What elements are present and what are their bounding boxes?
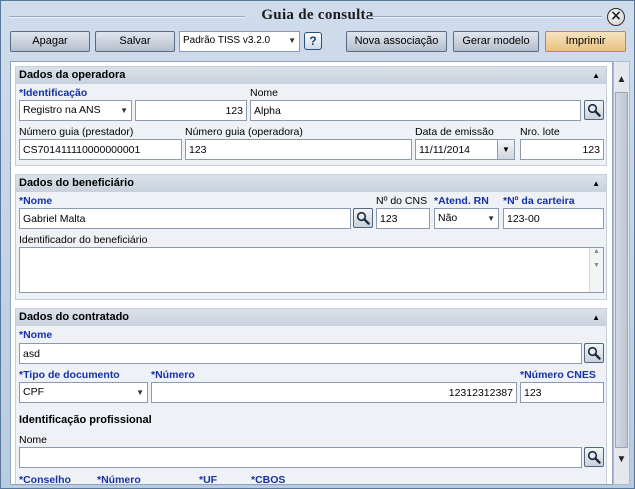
identificacao-type-select[interactable]: Registro na ANS ▼ xyxy=(19,100,132,121)
registro-ans-input[interactable]: 123 xyxy=(135,100,247,121)
profissional-numero-label: *Número xyxy=(97,474,141,485)
scroll-up-icon[interactable]: ▲ xyxy=(614,72,629,88)
chevron-down-icon: ▼ xyxy=(120,106,128,115)
uf-label: *UF xyxy=(199,474,218,485)
data-emissao-input[interactable]: 11/11/2014 ▼ xyxy=(415,139,515,160)
search-operadora-button[interactable] xyxy=(584,100,604,120)
scroll-thumb[interactable] xyxy=(615,92,628,448)
chevron-down-icon: ▼ xyxy=(136,388,144,397)
data-emissao-label: Data de emissão xyxy=(415,126,494,138)
guia-consulta-window: Guia de consulta × Apagar Salvar Padrão … xyxy=(0,0,635,489)
close-icon[interactable]: × xyxy=(607,8,625,26)
cns-label: Nº do CNS xyxy=(376,195,428,207)
template-version-select[interactable]: Padrão TISS v3.2.0 ▼ xyxy=(179,31,300,52)
tipo-documento-label: *Tipo de documento xyxy=(19,369,120,381)
numero-guia-prestador-input[interactable]: CS701411110000000001 xyxy=(19,139,182,160)
date-dropdown-icon[interactable]: ▼ xyxy=(497,140,514,159)
nro-lote-input[interactable]: 123 xyxy=(520,139,604,160)
collapse-icon[interactable]: ▲ xyxy=(592,67,600,84)
cbos-label: *CBOS xyxy=(251,474,286,485)
magnifier-icon xyxy=(587,450,601,464)
contratado-nome-input[interactable]: asd xyxy=(19,343,582,364)
cnes-label: *Número CNES xyxy=(520,369,596,381)
section-title: Dados do beneficiário xyxy=(19,177,134,189)
numero-documento-input[interactable]: 12312312387 xyxy=(151,382,517,403)
chevron-down-icon: ▼ xyxy=(487,214,495,223)
form-scrollbar[interactable]: ▲ ▼ xyxy=(613,61,630,485)
nro-lote-label: Nro. lote xyxy=(520,126,560,138)
section-beneficiario: Dados do beneficiário ▲ *Nome Gabriel Ma… xyxy=(15,174,607,300)
collapse-icon[interactable]: ▲ xyxy=(592,309,600,326)
section-operadora: Dados da operadora ▲ *Identificação Regi… xyxy=(15,66,607,166)
atend-rn-value: Não xyxy=(438,212,458,224)
magnifier-icon xyxy=(587,103,601,117)
identificacao-label: *Identificação xyxy=(19,87,88,99)
section-title: Dados da operadora xyxy=(19,69,126,81)
textarea-scrollbar[interactable]: ▲ ▼ xyxy=(589,248,603,292)
nome-operadora-label: Nome xyxy=(250,87,279,99)
section-contratado: Dados do contratado ▲ *Nome asd *Tipo de… xyxy=(15,308,607,485)
numero-guia-prestador-label: Número guia (prestador) xyxy=(19,126,134,138)
atend-rn-label: *Atend. RN xyxy=(434,195,489,207)
chevron-down-icon: ▼ xyxy=(288,36,296,45)
search-beneficiario-button[interactable] xyxy=(353,208,373,228)
numero-documento-label: *Número xyxy=(151,369,195,381)
conselho-label: *Conselho xyxy=(19,474,71,485)
numero-guia-operadora-label: Número guia (operadora) xyxy=(185,126,303,138)
gerar-modelo-button[interactable]: Gerar modelo xyxy=(453,31,539,52)
magnifier-icon xyxy=(356,211,370,225)
title-divider-right xyxy=(368,16,602,18)
identificador-beneficiario-textarea[interactable]: ▲ ▼ xyxy=(19,247,604,293)
tipo-documento-select[interactable]: CPF ▼ xyxy=(19,382,148,403)
contratado-nome-label: *Nome xyxy=(19,329,53,341)
atend-rn-select[interactable]: Não ▼ xyxy=(434,208,499,229)
section-title: Dados do contratado xyxy=(19,311,130,323)
template-version-value: Padrão TISS v3.2.0 xyxy=(183,35,271,46)
identificador-beneficiario-label: Identificador do beneficiário xyxy=(19,234,148,246)
cns-input[interactable]: 123 xyxy=(376,208,430,229)
identificacao-profissional-heading: Identificação profissional xyxy=(19,414,152,426)
search-profissional-button[interactable] xyxy=(584,447,604,467)
beneficiario-nome-input[interactable]: Gabriel Malta xyxy=(19,208,351,229)
help-icon[interactable]: ? xyxy=(304,32,322,50)
scroll-down-icon[interactable]: ▼ xyxy=(614,452,629,468)
tipo-documento-value: CPF xyxy=(23,386,44,398)
numero-guia-operadora-input[interactable]: 123 xyxy=(185,139,412,160)
identificacao-type-value: Registro na ANS xyxy=(23,104,101,116)
collapse-icon[interactable]: ▲ xyxy=(592,175,600,192)
data-emissao-value: 11/11/2014 xyxy=(419,144,470,156)
beneficiario-nome-label: *Nome xyxy=(19,195,53,207)
section-header-operadora[interactable]: Dados da operadora ▲ xyxy=(16,67,606,84)
section-header-beneficiario[interactable]: Dados do beneficiário ▲ xyxy=(16,175,606,192)
form-content: Dados da operadora ▲ *Identificação Regi… xyxy=(10,61,613,485)
carteira-label: *Nº da carteira xyxy=(503,195,575,207)
nome-operadora-input[interactable]: Alpha xyxy=(250,100,581,121)
search-contratado-button[interactable] xyxy=(584,343,604,363)
carteira-input[interactable]: 123-00 xyxy=(503,208,604,229)
profissional-nome-label: Nome xyxy=(19,434,48,446)
profissional-nome-input[interactable] xyxy=(19,447,582,468)
apagar-button[interactable]: Apagar xyxy=(10,31,90,52)
title-bar[interactable]: Guia de consulta × xyxy=(1,1,634,29)
imprimir-button[interactable]: Imprimir xyxy=(545,31,626,52)
magnifier-icon xyxy=(587,346,601,360)
salvar-button[interactable]: Salvar xyxy=(95,31,175,52)
section-header-contratado[interactable]: Dados do contratado ▲ xyxy=(16,309,606,326)
cnes-input[interactable]: 123 xyxy=(520,382,604,403)
nova-associacao-button[interactable]: Nova associação xyxy=(346,31,447,52)
